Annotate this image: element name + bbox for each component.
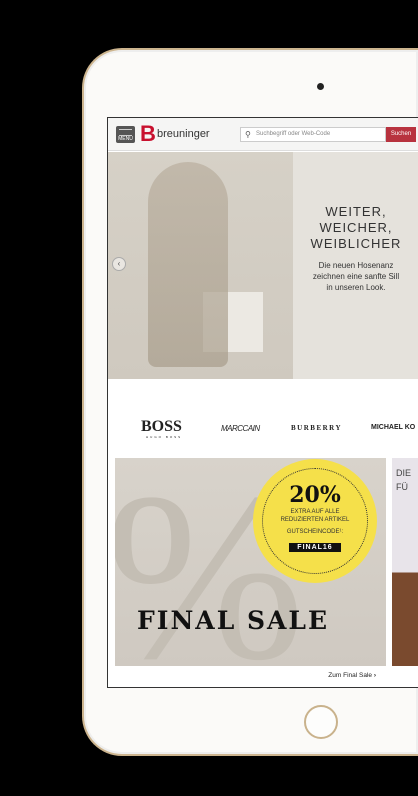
search-icon: ⚲	[245, 130, 251, 139]
menu-label: MENU	[118, 136, 133, 142]
carousel-prev-button[interactable]: ‹	[112, 257, 126, 271]
chevron-right-icon: ›	[373, 672, 376, 679]
sub-line: zeichnen eine sanfte Sill	[312, 272, 400, 281]
link-label: Zum Final Sale	[328, 672, 373, 679]
headline-line: WEITER,	[325, 204, 387, 219]
brand-burberry[interactable]: BURBERRY	[291, 424, 342, 432]
search-input[interactable]: ⚲ Suchbegriff oder Web-Code	[240, 127, 386, 142]
site-header: MENU B breuninger ⚲ Suchbegriff oder Web-…	[108, 118, 418, 151]
hero-image	[108, 152, 293, 379]
badge-border	[262, 468, 368, 574]
screen: MENU B breuninger ⚲ Suchbegriff oder Web-…	[107, 117, 418, 688]
final-sale-title: FINAL SALE	[137, 606, 330, 635]
menu-button[interactable]: MENU	[116, 126, 135, 143]
logo-icon[interactable]: B	[140, 123, 156, 145]
secondary-banner[interactable]: DIE FÜ	[392, 458, 418, 666]
search-placeholder: Suchbegriff oder Web-Code	[256, 131, 331, 137]
brand-boss[interactable]: BOSS	[141, 418, 182, 436]
final-sale-link[interactable]: Zum Final Sale ›	[115, 666, 386, 686]
headline-line: WEIBLICHER	[310, 236, 402, 251]
hero-banner[interactable]: WEITER, WEICHER, WEIBLICHER Die neuen Ho…	[108, 152, 418, 379]
hero-subtext: Die neuen Hosenanz zeichnen eine sanfte …	[293, 260, 418, 293]
text-line: DIE	[396, 468, 412, 478]
secondary-text: DIE FÜ	[396, 466, 411, 494]
discount-badge: 20% EXTRA AUF ALLE REDUZIERTEN ARTIKEL G…	[256, 462, 374, 580]
final-sale-banner[interactable]: % 20% EXTRA AUF ALLE REDUZIERTEN ARTIKEL…	[115, 458, 386, 666]
sub-line: Die neuen Hosenanz	[318, 261, 394, 270]
brand-hugo-boss: HUGO BOSS	[146, 435, 183, 439]
home-button[interactable]	[304, 705, 338, 739]
hero-text: WEITER, WEICHER, WEIBLICHER Die neuen Ho…	[293, 152, 418, 379]
camera	[317, 83, 324, 90]
model-figure	[148, 162, 228, 367]
brand-marccain[interactable]: MARCCAIN	[221, 424, 260, 433]
text-line: FÜ	[396, 482, 408, 492]
logo[interactable]: breuninger	[157, 128, 210, 140]
hero-headline: WEITER, WEICHER, WEIBLICHER	[293, 204, 418, 252]
headline-line: WEICHER,	[319, 220, 393, 235]
brand-michael-kors[interactable]: MICHAEL KO	[371, 424, 415, 431]
sub-line: in unseren Look.	[326, 283, 386, 292]
search-button[interactable]: Suchen	[386, 127, 416, 142]
